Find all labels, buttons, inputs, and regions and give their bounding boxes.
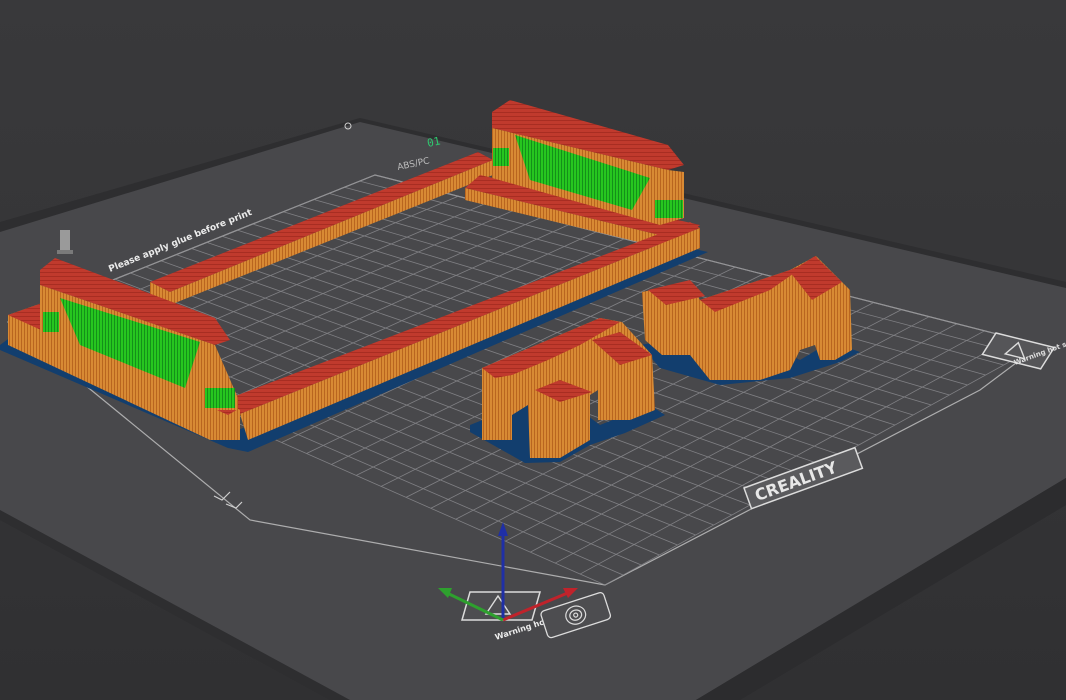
plate-number: 01 <box>426 134 442 149</box>
3d-viewport[interactable]: CREALITY Please apply glue before print … <box>0 0 1066 700</box>
scene-canvas[interactable]: CREALITY Please apply glue before print … <box>0 0 1066 700</box>
